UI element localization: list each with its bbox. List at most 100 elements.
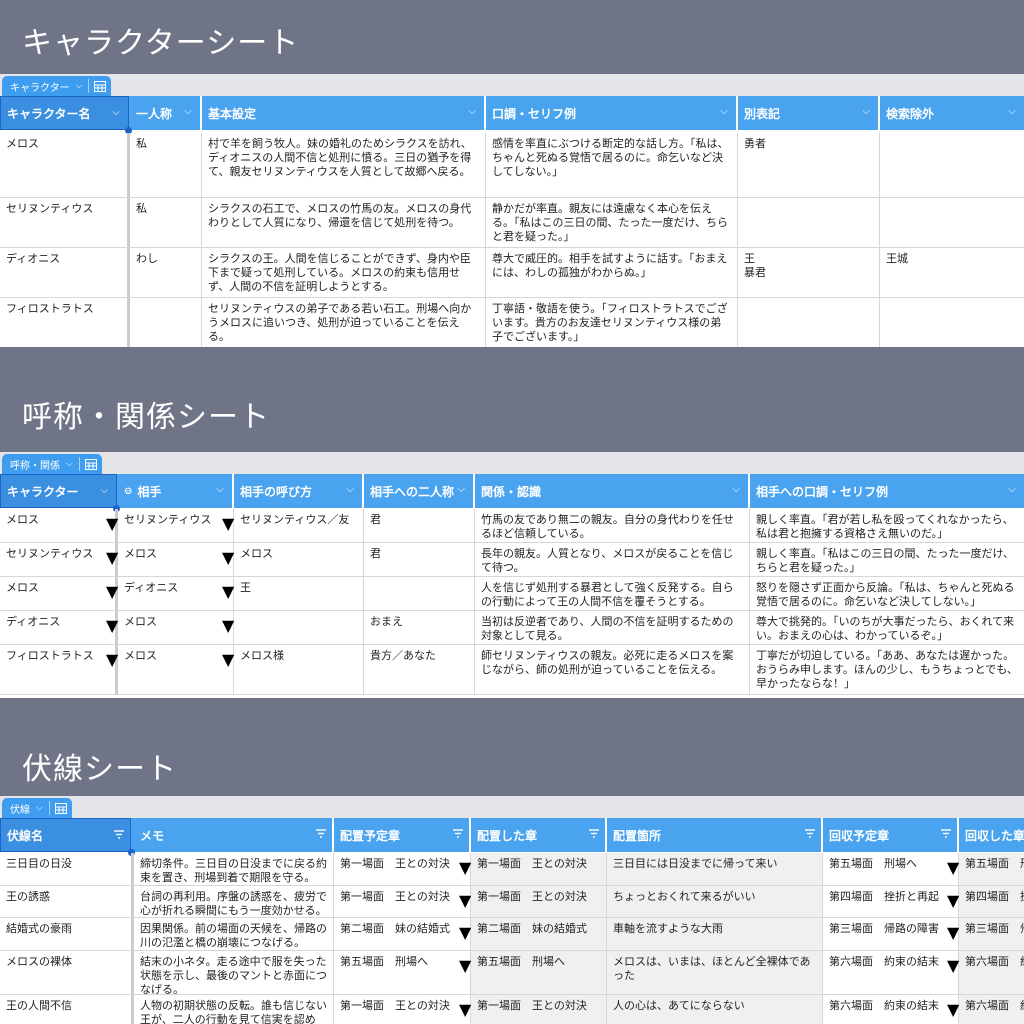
cell-second-person[interactable]: 君 [364,509,475,542]
cell-basic-setting[interactable]: セリヌンティウスの弟子である若い石工。刑場へ向かうメロスに追いつき、処刑が迫って… [202,298,486,347]
chevron-down-icon[interactable]: ▼ [106,548,118,567]
cell-second-person[interactable] [364,577,475,610]
chevron-down-icon[interactable]: ⌵ [100,485,108,496]
filter-icon[interactable] [114,830,124,839]
cell-planned-place[interactable]: 第一場面 王との対決 [334,886,471,917]
chevron-down-icon[interactable]: ▼ [222,616,234,635]
chevron-down-icon[interactable]: ⌵ [112,107,120,118]
chevron-down-icon[interactable]: ⌵ [216,484,224,495]
cell-basic-setting[interactable]: 村で羊を飼う牧人。妹の婚礼のためシラクスを訪れ、ディオニスの人間不信と処刑に憤る… [202,133,486,197]
chevron-down-icon[interactable]: ▼ [947,1000,959,1019]
chevron-down-icon[interactable]: ▼ [222,582,234,601]
cell-placed-chapter[interactable]: 第一場面 王との対決 [471,995,607,1024]
chevron-down-icon[interactable]: ⌵ [66,457,80,471]
cell-speech-to-partner[interactable]: 丁寧だが切迫している。「ああ、あなたは遅かった。おうらみ申します。ほんの少し、も… [750,645,1024,694]
cell-planned-resolve[interactable]: 第六場面 約束の結末 [823,995,959,1024]
cell-second-person[interactable]: おまえ [364,611,475,644]
chevron-down-icon[interactable]: ⌵ [76,79,90,93]
cell-alias[interactable]: 勇者 [738,133,880,197]
chevron-down-icon[interactable]: ▼ [947,956,959,975]
chevron-down-icon[interactable]: ⌵ [1008,484,1016,495]
cell-placement[interactable]: ちょっとおくれて来るがいい [607,886,823,917]
chevron-down-icon[interactable]: ⌵ [862,106,870,117]
header-memo[interactable]: メモ [134,818,334,852]
cell-character[interactable]: ディオニス [0,611,118,644]
cell-foreshadow-name[interactable]: 結婚式の豪雨 [0,918,134,950]
cell-alias[interactable] [738,198,880,247]
cell-placed-chapter[interactable]: 第一場面 王との対決 [471,886,607,917]
cell-speech-style[interactable]: 静かだが率直。親友には遠慮なく本心を伝える。「私はこの三日の間、たった一度だけ、… [486,198,738,247]
cell-memo[interactable]: 結末の小ネタ。走る途中で服を失った状態を示し、最後のマントと赤面につなげる。 [134,951,334,994]
cell-speech-style[interactable]: 尊大で威圧的。相手を試すように話す。「おまえには、わしの孤独がわからぬ。」 [486,248,738,297]
chevron-down-icon[interactable]: ▼ [947,923,959,942]
chevron-down-icon[interactable]: ▼ [947,891,959,910]
cell-placement[interactable]: 三日目には日没までに帰って来い [607,853,823,885]
header-planned-place[interactable]: 配置予定章 [334,818,471,852]
header-speech-to-partner[interactable]: 相手への口調・セリフ例 ⌵ [750,474,1024,508]
cell-partner-name[interactable]: 王 [234,577,364,610]
chevron-down-icon[interactable]: ⌵ [468,106,476,117]
chevron-down-icon[interactable]: ⌵ [457,484,465,495]
cell-placed-chapter[interactable]: 第二場面 妹の結婚式 [471,918,607,950]
cell-placement[interactable]: メロスは、いまは、ほとんど全裸体であった [607,951,823,994]
header-alias[interactable]: 別表記 ⌵ [738,96,880,130]
cell-planned-resolve[interactable]: 第五場面 刑場へ [823,853,959,885]
header-search-exclude[interactable]: 検索除外 ⌵ [880,96,1024,130]
cell-memo[interactable]: 締切条件。三日目の日没までに戻る約束を置き、刑場到着で期限を守る。 [134,853,334,885]
header-relation[interactable]: 関係・認識 ⌵ [475,474,750,508]
cell-foreshadow-name[interactable]: 王の人間不信 [0,995,134,1024]
cell-resolved-chapter[interactable]: 第三場面 帰路の障害 [959,918,1024,950]
cell-planned-place[interactable]: 第五場面 刑場へ [334,951,471,994]
filter-icon[interactable] [589,829,599,838]
cell-planned-place[interactable]: 第二場面 妹の結婚式 [334,918,471,950]
chevron-down-icon[interactable]: ▼ [459,891,471,910]
cell-speech-to-partner[interactable]: 尊大で挑発的。「いのちが大事だったら、おくれて来い。おまえの心は、わかっているぞ… [750,611,1024,644]
cell-planned-place[interactable]: 第一場面 王との対決 [334,995,471,1024]
header-first-person[interactable]: 一人称 ⌵ [130,96,202,130]
cell-planned-resolve[interactable]: 第四場面 挫折と再起 [823,886,959,917]
cell-alias[interactable] [738,298,880,347]
cell-partner-name[interactable]: メロス様 [234,645,364,694]
cell-speech-to-partner[interactable]: 親しく率直。「君が若し私を殴ってくれなかったら、私は君と抱擁する資格さえ無いのだ… [750,509,1024,542]
cell-search-exclude[interactable]: 王城 [880,248,1024,297]
chevron-down-icon[interactable]: ▼ [459,923,471,942]
cell-partner-name[interactable]: メロス [234,543,364,576]
header-planned-resolve[interactable]: 回収予定章 [823,818,959,852]
cell-partner[interactable]: メロス [118,611,234,644]
cell-partner-name[interactable]: セリヌンティウス／友 [234,509,364,542]
table-grid-icon[interactable] [80,454,102,474]
cell-search-exclude[interactable] [880,198,1024,247]
cell-first-person[interactable]: 私 [130,198,202,247]
relation-tab[interactable]: 呼称・関係 ⌵ [2,454,102,474]
cell-speech-style[interactable]: 丁寧語・敬語を使う。「フィロストラトスでございます。貴方のお友達セリヌンティウス… [486,298,738,347]
filter-icon[interactable] [316,829,326,838]
cell-partner-name[interactable] [234,611,364,644]
cell-relation[interactable]: 竹馬の友であり無二の親友。自分の身代わりを任せるほど信頼している。 [475,509,750,542]
cell-speech-style[interactable]: 感情を率直にぶつける断定的な話し方。「私は、ちゃんと死ぬる覚悟で居るのに。命乞い… [486,133,738,197]
cell-speech-to-partner[interactable]: 怒りを隠さず正面から反論。「私は、ちゃんと死ぬる覚悟で居るのに。命乞いなど決して… [750,577,1024,610]
cell-resolved-chapter[interactable]: 第四場面 挫折と再起 [959,886,1024,917]
cell-first-person[interactable]: わし [130,248,202,297]
header-second-person[interactable]: 相手への二人称 ⌵ [364,474,475,508]
cell-relation[interactable]: 当初は反逆者であり、人間の不信を証明するための対象として見る。 [475,611,750,644]
cell-character[interactable]: フィロストラトス [0,645,118,694]
cell-character[interactable]: メロス [0,509,118,542]
cell-character[interactable]: セリヌンティウス [0,543,118,576]
cell-alias[interactable]: 王 暴君 [738,248,880,297]
chevron-down-icon[interactable]: ▼ [222,548,234,567]
chevron-down-icon[interactable]: ⌵ [1008,106,1016,117]
cell-basic-setting[interactable]: シラクスの王。人間を信じることができず、身内や臣下まで疑って処刑している。メロス… [202,248,486,297]
chevron-down-icon[interactable]: ⌵ [720,106,728,117]
cell-planned-place[interactable]: 第一場面 王との対決 [334,853,471,885]
chevron-down-icon[interactable]: ▼ [459,1000,471,1019]
cell-character-name[interactable]: フィロストラトス [0,298,130,347]
cell-foreshadow-name[interactable]: 王の誘惑 [0,886,134,917]
table-grid-icon[interactable] [50,798,72,818]
cell-memo[interactable]: 台詞の再利用。序盤の誘惑を、疲労で心が折れる瞬間にもう一度効かせる。 [134,886,334,917]
chevron-down-icon[interactable]: ▼ [222,514,234,533]
cell-partner[interactable]: メロス [118,543,234,576]
cell-planned-resolve[interactable]: 第三場面 帰路の障害 [823,918,959,950]
chevron-down-icon[interactable]: ▼ [106,650,118,669]
cell-partner[interactable]: メロス [118,645,234,694]
cell-second-person[interactable]: 貴方／あなた [364,645,475,694]
